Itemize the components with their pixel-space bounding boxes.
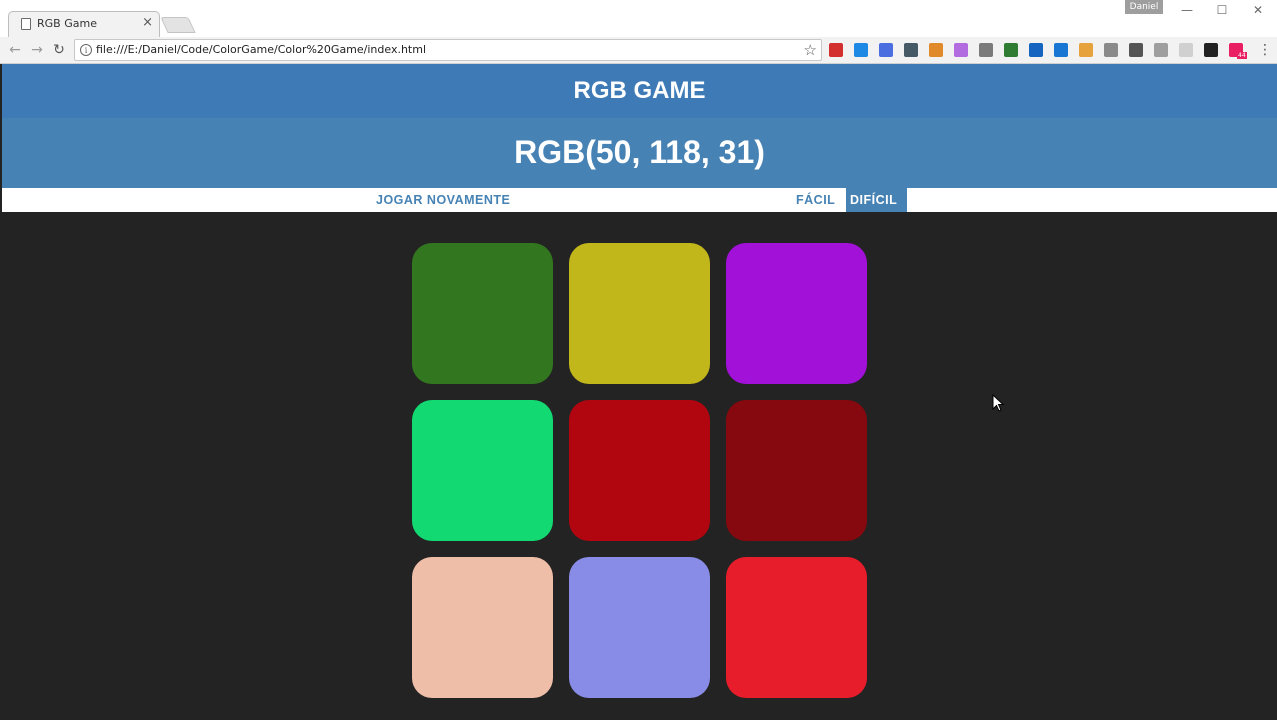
reload-button[interactable]: ↻ (50, 41, 68, 59)
notification-count-badge: 44 (1237, 52, 1247, 59)
maximize-button[interactable]: ☐ (1209, 1, 1235, 19)
easy-mode-button[interactable]: FÁCIL (792, 188, 839, 212)
color-square[interactable] (569, 557, 710, 698)
color-square[interactable] (412, 243, 553, 384)
chat-extension-icon[interactable] (1204, 43, 1218, 57)
calendar-extension-icon[interactable] (854, 43, 868, 57)
paint-extension-icon[interactable] (954, 43, 968, 57)
back-button[interactable]: ← (6, 41, 24, 59)
page-content: RGB GAME RGB(50, 118, 31) JOGAR NOVAMENT… (2, 64, 1277, 720)
bw-extension-icon[interactable] (1004, 43, 1018, 57)
color-squares-grid (412, 243, 867, 698)
forward-button[interactable]: → (28, 41, 46, 59)
color-square[interactable] (726, 557, 867, 698)
hard-mode-button[interactable]: DIFÍCIL (846, 188, 907, 212)
color-square[interactable] (569, 243, 710, 384)
rgb-display: RGB(50, 118, 31) (514, 134, 765, 170)
tab-title: RGB Game (37, 17, 97, 30)
color-square[interactable] (412, 557, 553, 698)
mail-extension-icon[interactable] (1129, 43, 1143, 57)
document-icon (21, 18, 31, 30)
color-square[interactable] (726, 243, 867, 384)
shield-extension-icon[interactable] (1104, 43, 1118, 57)
cube-extension-icon[interactable] (979, 43, 993, 57)
form-extension-icon[interactable] (1054, 43, 1068, 57)
color-square[interactable] (412, 400, 553, 541)
browser-titlebar: RGB Game × Daniel — ☐ ✕ (0, 0, 1277, 37)
address-bar[interactable]: i file:///E:/Daniel/Code/ColorGame/Color… (74, 39, 822, 61)
grid-extension-icon[interactable] (1154, 43, 1168, 57)
eyedropper-extension-icon[interactable] (904, 43, 918, 57)
url-text[interactable]: file:///E:/Daniel/Code/ColorGame/Color%2… (96, 43, 426, 56)
browser-menu-icon[interactable]: ⋮ (1258, 42, 1272, 58)
tab-close-icon[interactable]: × (142, 15, 153, 30)
color-square[interactable] (569, 400, 710, 541)
profile-badge[interactable]: Daniel (1125, 0, 1163, 14)
new-tab-button[interactable] (160, 17, 196, 33)
browser-toolbar: ← → ↻ i file:///E:/Daniel/Code/ColorGame… (0, 37, 1277, 64)
browser-tab[interactable]: RGB Game × (8, 11, 160, 37)
bookmark-star-icon[interactable]: ☆ (804, 41, 817, 59)
mouse-cursor-icon (992, 394, 1004, 412)
info-extension-icon[interactable] (1029, 43, 1043, 57)
tag-extension-icon[interactable] (929, 43, 943, 57)
game-title: RGB GAME (573, 77, 706, 104)
controls-stripe: JOGAR NOVAMENTE FÁCIL DIFÍCIL (2, 188, 1277, 212)
minimize-button[interactable]: — (1174, 1, 1200, 19)
rgb-display-bar: RGB(50, 118, 31) (2, 118, 1277, 188)
game-header: RGB GAME RGB(50, 118, 31) (2, 64, 1277, 188)
reset-button[interactable]: JOGAR NOVAMENTE (372, 188, 514, 212)
circle-extension-icon[interactable] (1179, 43, 1193, 57)
translate-extension-icon[interactable] (879, 43, 893, 57)
close-window-button[interactable]: ✕ (1245, 1, 1271, 19)
info-icon[interactable]: i (80, 44, 92, 56)
lock-extension-icon[interactable] (829, 43, 843, 57)
cookie-extension-icon[interactable] (1079, 43, 1093, 57)
color-square[interactable] (726, 400, 867, 541)
